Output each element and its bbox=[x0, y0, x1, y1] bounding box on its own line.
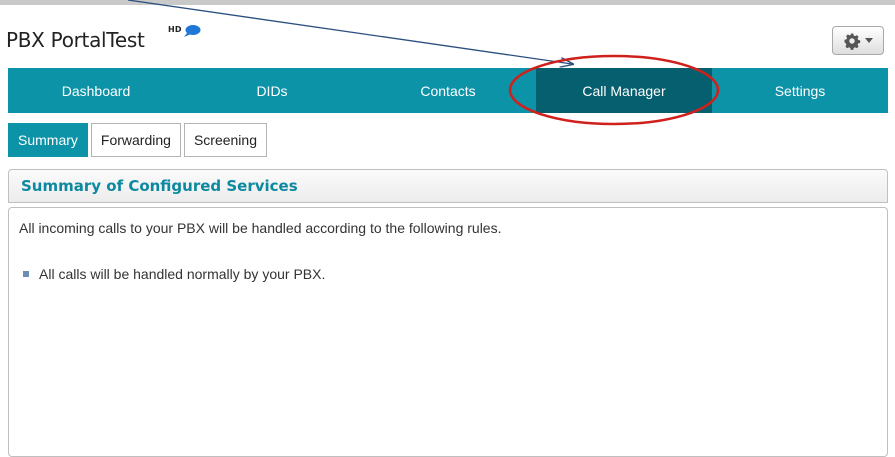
nav-tab-label: Settings bbox=[774, 82, 826, 99]
panel-title: Summary of Configured Services bbox=[8, 169, 888, 203]
nav-tab-settings[interactable]: Settings bbox=[712, 68, 888, 113]
caret-down-icon bbox=[865, 37, 873, 43]
bullet-icon bbox=[23, 271, 29, 277]
subtab-screening[interactable]: Screening bbox=[183, 123, 267, 157]
list-item: All calls will be handled normally by yo… bbox=[23, 266, 325, 282]
nav-tab-label: Dashboard bbox=[61, 82, 131, 99]
settings-menu-button[interactable] bbox=[832, 26, 884, 55]
nav-tab-dids[interactable]: DIDs bbox=[184, 68, 360, 113]
top-border bbox=[0, 0, 895, 5]
summary-panel: All incoming calls to your PBX will be h… bbox=[8, 207, 888, 457]
rules-intro-text: All incoming calls to your PBX will be h… bbox=[19, 220, 502, 236]
hd-brand-mark: HD bbox=[168, 24, 201, 38]
nav-tab-contacts[interactable]: Contacts bbox=[360, 68, 536, 113]
gear-icon bbox=[844, 33, 861, 50]
subtab-bar: Summary Forwarding Screening bbox=[8, 123, 267, 157]
nav-tab-label: Call Manager bbox=[582, 82, 666, 99]
nav-tab-call-manager[interactable]: Call Manager bbox=[536, 68, 712, 113]
subtab-forwarding[interactable]: Forwarding bbox=[90, 123, 181, 157]
app-header: PBX PortalTest HD bbox=[0, 22, 895, 62]
nav-tab-dashboard[interactable]: Dashboard bbox=[8, 68, 184, 113]
nav-tab-label: DIDs bbox=[256, 82, 288, 99]
subtab-summary[interactable]: Summary bbox=[8, 123, 88, 157]
hd-badge: HD bbox=[168, 25, 182, 34]
app-title: PBX PortalTest bbox=[6, 28, 145, 52]
rule-text: All calls will be handled normally by yo… bbox=[39, 266, 326, 282]
chat-bubble-icon bbox=[183, 25, 201, 37]
main-nav: Dashboard DIDs Contacts Call Manager Set… bbox=[8, 68, 888, 113]
nav-tab-label: Contacts bbox=[420, 82, 476, 99]
